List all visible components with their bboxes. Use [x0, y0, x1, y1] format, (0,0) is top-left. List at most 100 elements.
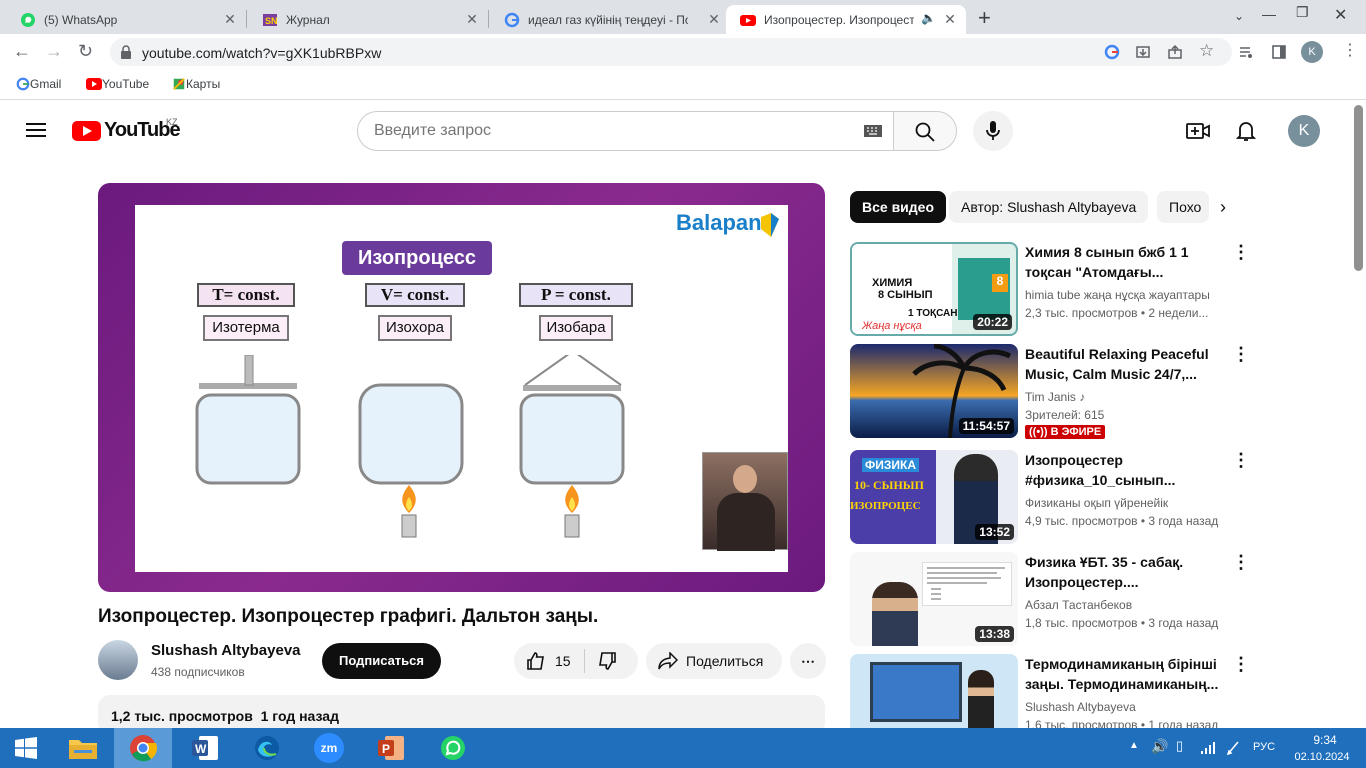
chip-similar[interactable]: Похо [1157, 191, 1209, 223]
duration-badge: 20:22 [973, 314, 1012, 330]
close-tab-icon[interactable]: ✕ [464, 11, 480, 28]
taskbar-whatsapp[interactable] [424, 728, 482, 768]
duration-badge: 11:54:57 [958, 418, 1014, 434]
taskbar-chrome[interactable] [114, 728, 172, 768]
more-options-icon[interactable]: ⋮ [1232, 654, 1250, 675]
input-language[interactable]: РУС [1253, 741, 1275, 753]
live-badge: ((•)) В ЭФИРЕ [1025, 425, 1106, 439]
more-options-icon[interactable]: ⋮ [1232, 552, 1250, 573]
youtube-play-icon [72, 120, 101, 141]
taskbar-edge[interactable] [238, 728, 296, 768]
search-button[interactable] [893, 111, 957, 151]
video-title-4[interactable]: Физика ҰБТ. 35 - сабақ. Изопроцестер.... [1025, 552, 1225, 592]
channel-avatar[interactable] [98, 640, 138, 680]
chip-all-videos[interactable]: Все видео [850, 191, 947, 223]
new-tab-button[interactable]: + [978, 5, 991, 31]
edge-icon [255, 736, 279, 760]
close-tab-icon[interactable]: ✕ [222, 11, 238, 28]
clock-date[interactable]: 02.10.2024 [1292, 751, 1352, 763]
thumbnail-physics-isoprocess[interactable]: ФИЗИКА 10- СЫНЫП ИЗОПРОЦЕС 13:52 [850, 450, 1018, 544]
close-tab-icon[interactable]: ✕ [706, 11, 722, 28]
thumbnail-physics-ubt[interactable]: 13:38 [850, 552, 1018, 646]
url-text[interactable]: youtube.com/watch?v=gXK1ubRBPxw [142, 45, 381, 61]
close-window-button[interactable]: ✕ [1334, 5, 1347, 25]
google-icon [504, 12, 520, 27]
thumbnail-thermodynamics[interactable] [850, 654, 1018, 728]
network-signal-icon[interactable] [1200, 741, 1216, 755]
video-title-2[interactable]: Beautiful Relaxing Peaceful Music, Calm M… [1025, 344, 1225, 384]
bookmark-gmail[interactable]: Gmail [16, 77, 61, 91]
start-button[interactable] [0, 728, 52, 768]
speaker-icon[interactable]: 🔈 [921, 11, 936, 25]
maps-icon [173, 78, 185, 90]
share-button[interactable]: Поделиться [646, 643, 782, 679]
pen-input-icon[interactable] [1226, 740, 1240, 756]
whatsapp-icon [21, 12, 35, 27]
share-page-icon[interactable] [1167, 44, 1183, 60]
video-frame: Balapan Изопроцесс T= const. V= const. P… [135, 205, 788, 572]
chip-author[interactable]: Автор: Slushash Altybayeva [949, 191, 1149, 223]
channel-name-4[interactable]: Абзал Тастанбеков [1025, 598, 1132, 612]
volume-icon[interactable]: 🔊 [1151, 738, 1168, 755]
back-icon[interactable]: ← [13, 41, 31, 62]
close-tab-icon[interactable]: ✕ [942, 11, 958, 28]
channel-name-5[interactable]: Slushash Altybayeva [1025, 700, 1136, 714]
chrome-icon [130, 735, 157, 762]
lock-icon[interactable] [120, 45, 132, 59]
more-options-icon[interactable]: ⋮ [1232, 344, 1250, 365]
restore-button[interactable]: ❐ [1296, 4, 1309, 21]
bookmark-star-icon[interactable]: ☆ [1199, 41, 1214, 61]
taskbar-word[interactable]: W [176, 728, 234, 768]
tab-google-search[interactable]: идеал газ күйінің теңдеуі - Поис ✕ [490, 5, 730, 34]
more-actions-button[interactable]: ⋯ [790, 643, 826, 679]
tab-whatsapp[interactable]: (5) WhatsApp ✕ [6, 5, 246, 34]
channel-name-1[interactable]: himia tube жаңа нұсқа жауаптары [1025, 288, 1210, 302]
voice-search-button[interactable] [973, 111, 1013, 151]
media-controls-icon[interactable] [1238, 44, 1254, 60]
video-title-1[interactable]: Химия 8 сынып бжб 1 1 тоқсан "Атомдағы... [1025, 242, 1225, 282]
video-player[interactable]: Balapan Изопроцесс T= const. V= const. P… [98, 183, 825, 592]
thumbnail-relaxing-music[interactable]: 11:54:57 [850, 344, 1018, 438]
hamburger-menu-icon[interactable] [26, 122, 46, 138]
forward-icon[interactable]: → [45, 41, 63, 62]
dislike-button[interactable] [585, 643, 617, 679]
subscribe-button[interactable]: Подписаться [322, 643, 441, 679]
bookmark-youtube[interactable]: YouTube [86, 77, 149, 91]
keyboard-icon[interactable] [864, 125, 882, 137]
notifications-bell-icon[interactable] [1236, 120, 1256, 142]
account-avatar[interactable]: K [1288, 115, 1320, 147]
taskbar-zoom[interactable]: zm [300, 728, 358, 768]
more-options-icon[interactable]: ⋮ [1232, 242, 1250, 263]
profile-avatar[interactable]: K [1301, 41, 1323, 63]
google-translate-icon[interactable] [1104, 44, 1120, 60]
channel-name-2[interactable]: Tim Janis ♪ [1025, 390, 1085, 404]
video-title-5[interactable]: Термодинамиканың бірінші заңы. Термодинам… [1025, 654, 1225, 694]
search-input[interactable] [357, 111, 894, 151]
thumbnail-chemistry[interactable]: ХИМИЯ 8 СЫНЫП 1 ТОҚСАН Жаңа нұсқа 8 20:2… [850, 242, 1018, 336]
create-video-icon[interactable] [1186, 121, 1210, 141]
chrome-menu-icon[interactable]: ⋮ [1342, 40, 1358, 60]
tab-youtube-active[interactable]: Изопроцестер. Изопроцест 🔈 ✕ [726, 5, 966, 34]
formula-isochoric: V= const. [365, 283, 465, 307]
side-panel-icon[interactable] [1271, 44, 1287, 60]
youtube-logo[interactable]: YouTube [72, 119, 181, 142]
reload-icon[interactable]: ↻ [78, 41, 93, 62]
tray-chevron-icon[interactable]: ▲ [1129, 740, 1139, 751]
taskbar-powerpoint[interactable]: P [362, 728, 420, 768]
tab-search-icon[interactable]: ⌄ [1234, 9, 1244, 23]
clock-time[interactable]: 9:34 [1300, 733, 1350, 747]
taskbar-file-explorer[interactable] [54, 728, 112, 768]
minimize-button[interactable]: — [1262, 6, 1276, 22]
tab-journal[interactable]: SN Журнал ✕ [248, 5, 488, 34]
more-options-icon[interactable]: ⋮ [1232, 450, 1250, 471]
battery-icon[interactable]: ▯ [1176, 738, 1183, 754]
install-app-icon[interactable] [1135, 44, 1151, 60]
bookmark-maps[interactable]: Карты [172, 77, 220, 91]
channel-name[interactable]: Slushash Altybayeva [151, 642, 301, 659]
microphone-icon [986, 121, 1000, 140]
like-button[interactable]: 15 [514, 643, 584, 679]
chevron-right-icon[interactable]: › [1220, 197, 1226, 218]
page-scrollbar[interactable] [1354, 105, 1363, 271]
video-title-3[interactable]: Изопроцестер #физика_10_сынып... [1025, 450, 1225, 490]
channel-name-3[interactable]: Физиканы оқып үйренейік [1025, 496, 1168, 510]
